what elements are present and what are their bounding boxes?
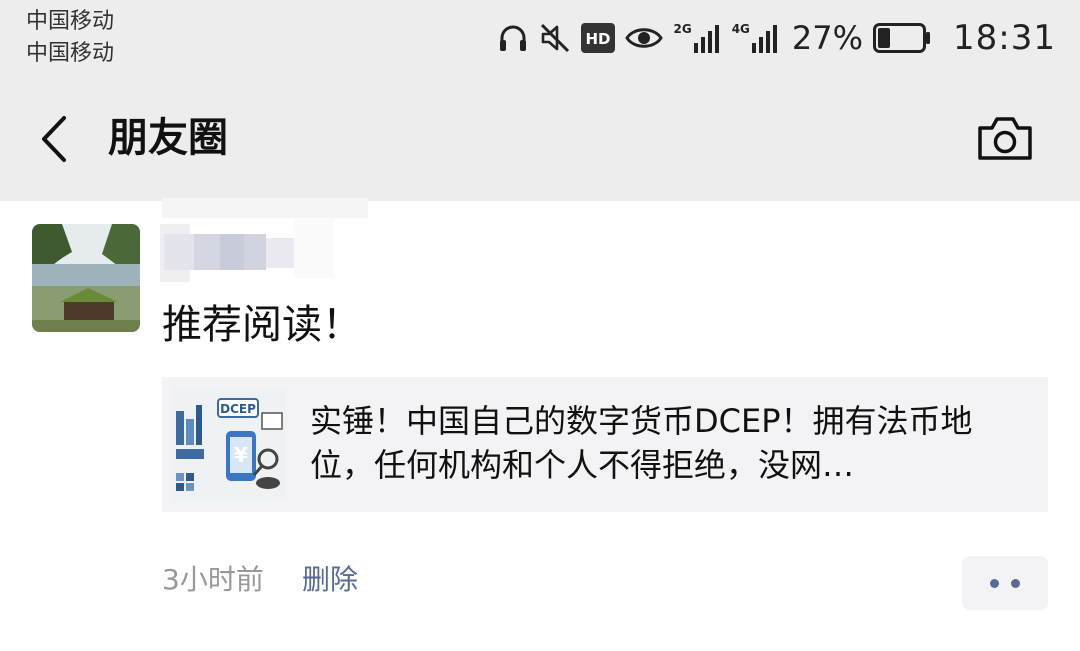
delete-button[interactable]: 删除 <box>302 558 358 602</box>
page-title: 朋友圈 <box>108 115 228 161</box>
camera-icon[interactable] <box>976 114 1034 162</box>
article-title: 实锤！中国自己的数字货币DCEP！拥有法币地位，任何机构和个人不得拒绝，没网… <box>310 402 973 484</box>
more-dot <box>990 579 999 588</box>
headphones-icon <box>497 22 529 54</box>
status-icons: HD 2G 4G 27% 18:31 <box>497 14 1056 62</box>
battery-icon <box>873 23 931 53</box>
chevron-left-icon[interactable] <box>34 114 74 164</box>
carrier-1: 中国移动 <box>26 9 115 34</box>
signal-4g-icon: 4G <box>732 23 780 53</box>
more-dot <box>1011 579 1020 588</box>
username-blurred[interactable] <box>160 198 370 286</box>
carrier-2: 中国移动 <box>26 41 115 66</box>
hd-icon: HD <box>581 23 616 53</box>
battery-percent: 27% <box>791 19 864 57</box>
signal-2g-icon: 2G <box>673 23 721 53</box>
svg-text:HD: HD <box>586 30 611 48</box>
shared-article-card[interactable]: DCEP ¥ 实锤！中国自己的数字货币DCEP！拥有法币地位，任何机构和个人不得… <box>162 377 1048 512</box>
article-thumbnail: DCEP ¥ <box>172 387 286 501</box>
carrier-info: 中国移动 中国移动 <box>26 6 114 70</box>
more-dots-icon[interactable] <box>962 556 1048 610</box>
network-2g-label: 2G <box>673 22 692 36</box>
post-text: 推荐阅读！ <box>162 302 362 348</box>
mute-icon <box>539 22 571 54</box>
eye-icon <box>625 24 664 52</box>
title-bar: 朋友圈 <box>0 86 1080 196</box>
post-time: 3小时前 <box>162 563 264 596</box>
clock: 18:31 <box>953 18 1056 58</box>
svg-text:¥: ¥ <box>234 443 248 467</box>
svg-text:DCEP: DCEP <box>220 402 256 416</box>
network-4g-label: 4G <box>731 22 750 36</box>
avatar[interactable] <box>32 224 140 332</box>
